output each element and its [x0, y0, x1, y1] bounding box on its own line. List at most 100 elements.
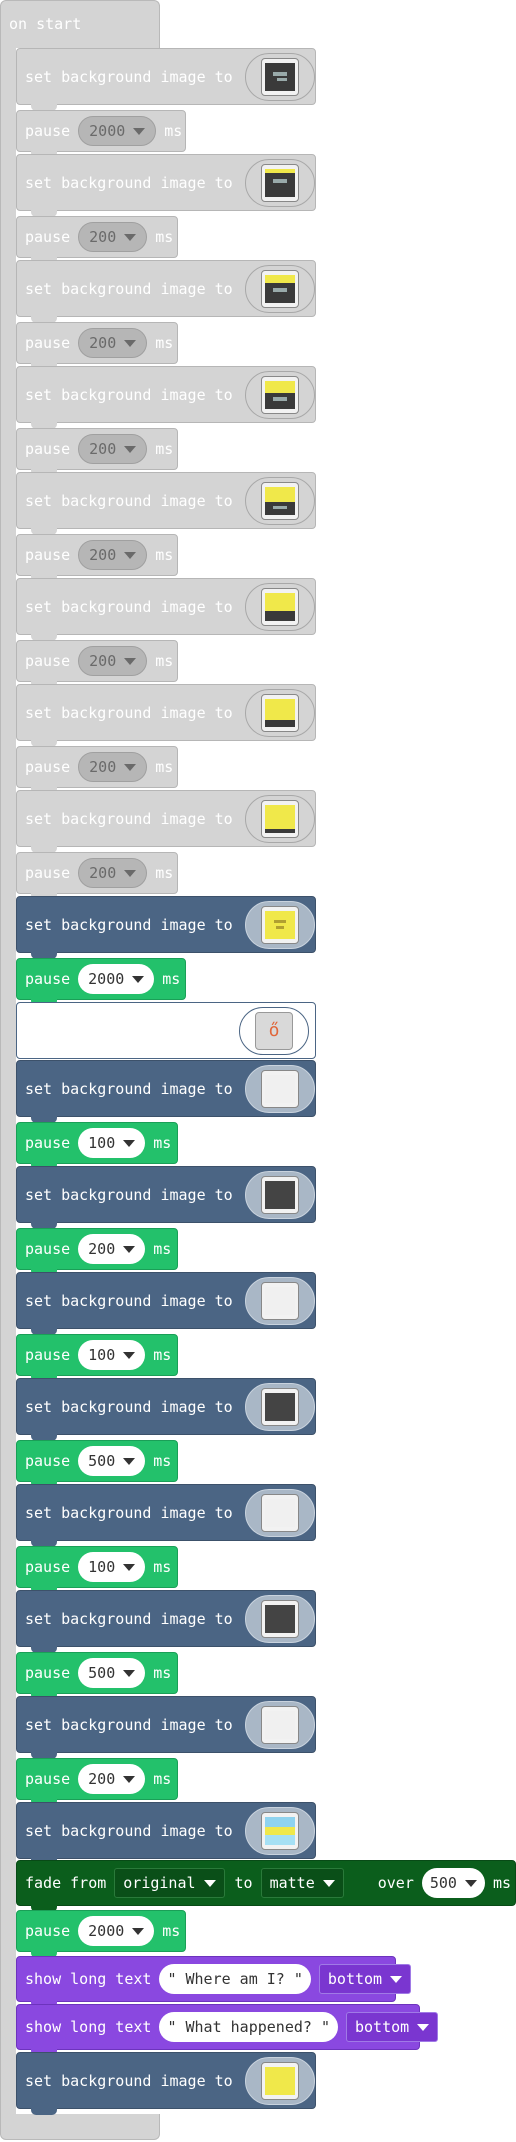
- image-picker[interactable]: [244, 264, 315, 313]
- image-picker[interactable]: [244, 1594, 315, 1643]
- on-start-spine: [0, 47, 16, 2120]
- set-background-block[interactable]: set background image to: [16, 1802, 316, 1865]
- pause-label: pause: [25, 864, 71, 882]
- pause-block-disabled[interactable]: pause 200 ms: [16, 216, 178, 264]
- fade-from-dropdown[interactable]: original: [114, 1868, 225, 1898]
- pause-block-disabled[interactable]: pause 200 ms: [16, 534, 178, 582]
- pause-duration-dropdown[interactable]: 2000: [78, 1916, 155, 1946]
- image-picker[interactable]: [244, 900, 315, 949]
- pause-block-disabled[interactable]: pause 200 ms: [16, 852, 178, 900]
- chevron-down-icon: [123, 1563, 136, 1571]
- pause-block[interactable]: pause 500 ms: [16, 1652, 178, 1700]
- show-long-text-block[interactable]: show long text " Where am I? " bottom: [16, 1956, 412, 2008]
- set-background-block[interactable]: set background image to: [16, 896, 316, 959]
- set-background-label: set background image to: [25, 67, 233, 86]
- fade-block[interactable]: fade from original to matte over 500 ms: [16, 1860, 516, 1912]
- fade-to-dropdown[interactable]: matte: [260, 1868, 344, 1898]
- pause-duration-dropdown[interactable]: 100: [78, 1552, 146, 1582]
- text-position-dropdown[interactable]: bottom: [346, 2012, 439, 2042]
- ms-label: ms: [153, 1346, 172, 1364]
- set-background-block-disabled[interactable]: set background image to: [16, 472, 316, 535]
- show-long-text-block[interactable]: show long text " What happened? " bottom: [16, 2004, 439, 2056]
- pause-duration-dropdown[interactable]: 500: [78, 1446, 146, 1476]
- pause-duration-dropdown[interactable]: 500: [78, 1658, 146, 1688]
- set-background-block[interactable]: set background image to: [16, 1166, 316, 1229]
- pause-block-disabled[interactable]: pause 200 ms: [16, 322, 178, 370]
- text-position-dropdown[interactable]: bottom: [318, 1964, 412, 1994]
- pause-block[interactable]: pause 2000 ms: [16, 1910, 186, 1958]
- pause-block[interactable]: pause 500 ms: [16, 1440, 178, 1488]
- pause-block-disabled[interactable]: pause 200 ms: [16, 746, 178, 794]
- set-background-block[interactable]: set background image to: [16, 2052, 316, 2115]
- set-background-block[interactable]: set background image to: [16, 1696, 316, 1759]
- image-picker[interactable]: [244, 370, 315, 419]
- chevron-down-icon: [124, 445, 137, 453]
- image-picker[interactable]: [244, 1064, 315, 1113]
- set-background-block[interactable]: set background image to: [16, 1590, 316, 1653]
- set-background-label: set background image to: [25, 1397, 233, 1416]
- image-picker[interactable]: [244, 1806, 315, 1855]
- set-background-block-disabled[interactable]: set background image to: [16, 366, 316, 429]
- pause-duration-dropdown[interactable]: 200: [78, 1234, 146, 1264]
- pause-block-disabled[interactable]: pause 200 ms: [16, 640, 178, 688]
- image-picker[interactable]: [244, 52, 315, 101]
- pause-block[interactable]: pause 200 ms: [16, 1758, 178, 1806]
- pause-duration-dropdown[interactable]: 200: [78, 222, 148, 252]
- pause-duration-dropdown[interactable]: 2000: [78, 964, 155, 994]
- on-start-block[interactable]: on start: [0, 0, 160, 48]
- image-picker[interactable]: ő: [239, 1006, 309, 1055]
- set-background-block-disabled[interactable]: set background image to: [16, 48, 316, 111]
- set-background-block[interactable]: set background image to: [16, 1060, 316, 1123]
- pause-duration-dropdown[interactable]: 200: [78, 1764, 146, 1794]
- image-picker[interactable]: [244, 158, 315, 207]
- set-background-block[interactable]: set background image to: [16, 1484, 316, 1547]
- image-picker[interactable]: [244, 1488, 315, 1537]
- set-background-block[interactable]: set background image to: [16, 1378, 316, 1441]
- long-text-input[interactable]: " What happened? ": [159, 2012, 338, 2042]
- pause-duration-dropdown[interactable]: 100: [78, 1128, 146, 1158]
- pause-duration-dropdown[interactable]: 200: [78, 752, 148, 782]
- image-picker[interactable]: [244, 1382, 315, 1431]
- image-picker[interactable]: [244, 1276, 315, 1325]
- image-icon: ő: [255, 1011, 293, 1050]
- set-background-block-disabled[interactable]: set background image to: [16, 578, 316, 641]
- image-picker[interactable]: [244, 2056, 315, 2105]
- image-picker[interactable]: [244, 794, 315, 843]
- chevron-down-icon: [390, 1975, 403, 1983]
- image-picker[interactable]: [244, 476, 315, 525]
- chevron-down-icon: [124, 763, 137, 771]
- fade-duration-dropdown[interactable]: 500: [421, 1868, 485, 1898]
- chevron-down-icon: [124, 657, 137, 665]
- pause-block[interactable]: pause 2000 ms: [16, 958, 186, 1006]
- set-background-block-disabled[interactable]: set background image to: [16, 154, 316, 217]
- set-background-block-disabled[interactable]: set background image to: [16, 684, 316, 747]
- ms-label: ms: [153, 1134, 172, 1152]
- pause-block-disabled[interactable]: pause 200 ms: [16, 428, 178, 476]
- image-picker[interactable]: [244, 1700, 315, 1749]
- set-background-block[interactable]: set background image to: [16, 1272, 316, 1335]
- pause-duration-dropdown[interactable]: 200: [78, 434, 148, 464]
- pause-block[interactable]: pause 100 ms: [16, 1122, 178, 1170]
- ms-label: ms: [153, 1240, 172, 1258]
- image-picker[interactable]: [244, 688, 315, 737]
- image-picker[interactable]: [244, 582, 315, 631]
- image-picker[interactable]: [244, 1170, 315, 1219]
- pause-duration-dropdown[interactable]: 2000: [78, 116, 157, 146]
- placeholder-image-block[interactable]: ő: [16, 1002, 316, 1059]
- pause-block[interactable]: pause 200 ms: [16, 1228, 178, 1276]
- pause-block[interactable]: pause 100 ms: [16, 1546, 178, 1594]
- pause-duration-dropdown[interactable]: 200: [78, 858, 148, 888]
- pause-duration-dropdown[interactable]: 200: [78, 646, 148, 676]
- chevron-down-icon: [123, 1245, 136, 1253]
- pause-block[interactable]: pause 100 ms: [16, 1334, 178, 1382]
- pause-block-disabled[interactable]: pause 2000 ms: [16, 110, 186, 158]
- long-text-input[interactable]: " Where am I? ": [159, 1964, 311, 1994]
- set-background-block-disabled[interactable]: set background image to: [16, 790, 316, 853]
- pause-duration-dropdown[interactable]: 200: [78, 328, 148, 358]
- image-thumbnail: [260, 587, 299, 626]
- pause-duration-dropdown[interactable]: 200: [78, 540, 148, 570]
- pause-duration-dropdown[interactable]: 100: [78, 1340, 146, 1370]
- on-start-footer: [0, 2114, 160, 2140]
- image-thumbnail: [260, 1493, 299, 1532]
- set-background-block-disabled[interactable]: set background image to: [16, 260, 316, 323]
